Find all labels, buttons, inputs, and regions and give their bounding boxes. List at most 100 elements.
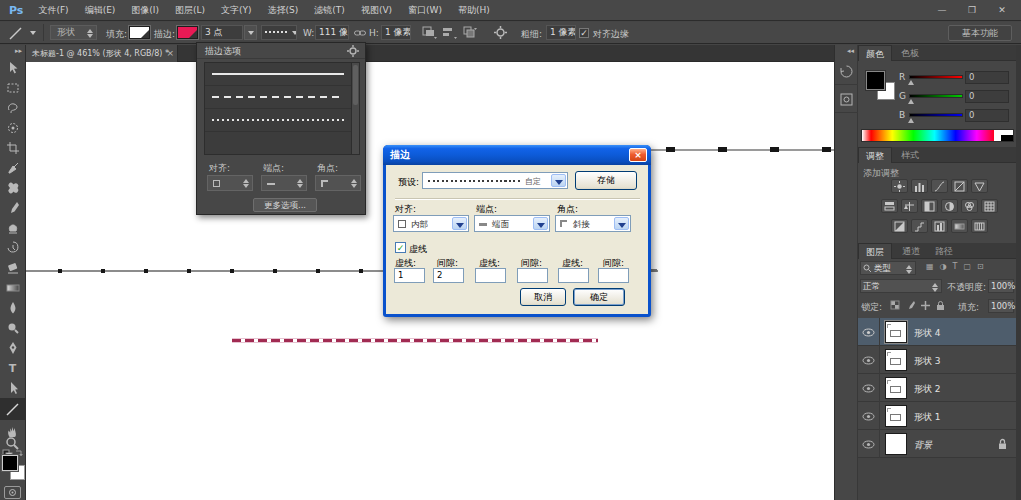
stroke-width-value[interactable]: 3 点 [201, 25, 243, 40]
path-selection-tool[interactable] [0, 378, 25, 398]
stroke-type-select[interactable] [261, 25, 297, 40]
cancel-button[interactable]: 取消 [520, 288, 566, 306]
photo-filter-icon[interactable] [941, 199, 958, 213]
r-slider[interactable] [909, 75, 963, 79]
default-colors-icon[interactable] [2, 444, 24, 454]
restore-button[interactable]: ❐ [957, 5, 987, 15]
menu-filter[interactable]: 滤镜(T) [314, 4, 345, 17]
layer-thumbnail[interactable] [885, 405, 907, 427]
threshold-icon[interactable] [931, 219, 948, 233]
exposure-icon[interactable] [951, 179, 968, 193]
layer-row-background[interactable]: 背景 [858, 430, 1016, 458]
dash2-input[interactable] [475, 268, 506, 283]
g-value[interactable]: 0 [965, 90, 1009, 103]
w-input[interactable]: 111 像素 [315, 25, 349, 40]
channel-mixer-icon[interactable] [961, 199, 978, 213]
document-tab[interactable]: 未标题-1 @ 461% (形状 4, RGB/8) * × [26, 45, 178, 62]
close-button[interactable]: ✕ [987, 5, 1017, 15]
layer-name[interactable]: 形状 2 [914, 383, 941, 396]
quick-selection-tool[interactable] [0, 118, 25, 138]
tab-adjustments[interactable]: 调整 [858, 147, 892, 163]
dash3-input[interactable] [558, 268, 589, 283]
fill-swatch[interactable] [129, 26, 150, 39]
gradient-map-icon[interactable] [951, 219, 968, 233]
vibrance-icon[interactable] [971, 179, 988, 193]
visibility-toggle[interactable] [858, 318, 880, 346]
path-operations-icon[interactable] [422, 26, 438, 41]
gear-icon[interactable] [494, 26, 507, 41]
layer-row-shape2[interactable]: 形状 2 [858, 374, 1016, 402]
crop-tool[interactable] [0, 138, 25, 158]
b-value[interactable]: 0 [965, 109, 1009, 122]
lock-pixels-icon[interactable] [905, 300, 916, 313]
foreground-color-swatch[interactable] [866, 71, 885, 90]
g-slider[interactable] [909, 94, 963, 98]
gap1-input[interactable]: 2 [433, 268, 464, 283]
clone-stamp-tool[interactable] [0, 218, 25, 238]
dlg-caps-select[interactable]: 端面 [474, 215, 550, 232]
tab-color[interactable]: 颜色 [858, 45, 892, 61]
save-button[interactable]: 存储 [575, 171, 637, 190]
collapse-tools-icon[interactable]: ▸▸ [0, 45, 25, 57]
visibility-toggle[interactable] [858, 430, 880, 458]
path-alignment-icon[interactable] [442, 26, 458, 41]
tab-close-icon[interactable]: × [166, 45, 174, 62]
history-brush-tool[interactable] [0, 238, 25, 258]
selective-color-icon[interactable] [971, 219, 988, 233]
dialog-title-bar[interactable]: 描边 [383, 145, 651, 165]
caps-select[interactable] [261, 175, 307, 191]
weight-input[interactable]: 1 像素 [546, 25, 576, 40]
layer-name[interactable]: 形状 1 [914, 411, 941, 424]
preset-select[interactable]: 自定 [422, 172, 568, 189]
dlg-align-select[interactable]: 内部 [393, 215, 469, 232]
ok-button[interactable]: 确定 [573, 288, 625, 306]
marquee-tool[interactable] [0, 78, 25, 98]
layer-thumbnail[interactable] [885, 349, 907, 371]
menu-window[interactable]: 窗口(W) [408, 4, 442, 17]
b-slider-thumb[interactable] [908, 118, 914, 123]
line-tool[interactable] [0, 398, 25, 420]
layer-filter-type-icons[interactable]: ▦◑T▢⊡ [926, 262, 990, 271]
opacity-value[interactable]: 100% [988, 279, 1014, 293]
move-tool[interactable] [0, 58, 25, 78]
layer-filter-select[interactable]: 类型 [860, 261, 916, 275]
h-input[interactable]: 1 像素 [381, 25, 411, 40]
properties-panel-icon[interactable] [835, 86, 858, 113]
menu-layer[interactable]: 图层(L) [175, 4, 205, 17]
tab-swatches[interactable]: 色板 [894, 45, 926, 61]
stroke-style-dotted[interactable] [205, 109, 351, 132]
tab-paths[interactable]: 路径 [928, 243, 960, 259]
color-balance-icon[interactable] [901, 199, 918, 213]
menu-view[interactable]: 视图(V) [361, 4, 392, 17]
fill-value[interactable]: 100% [988, 299, 1014, 313]
path-arrangement-icon[interactable] [462, 26, 478, 41]
stroke-swatch[interactable] [177, 26, 198, 39]
lasso-tool[interactable] [0, 98, 25, 118]
expand-panels-icon[interactable]: ◂◂ [847, 47, 854, 55]
menu-select[interactable]: 选择(S) [268, 4, 299, 17]
menu-image[interactable]: 图像(I) [131, 4, 159, 17]
type-tool[interactable]: T [0, 358, 25, 378]
tab-layers[interactable]: 图层 [858, 243, 892, 259]
scrollbar[interactable] [351, 63, 359, 154]
hue-saturation-icon[interactable] [881, 199, 898, 213]
lock-transparency-icon[interactable] [890, 300, 901, 313]
dodge-tool[interactable] [0, 318, 25, 338]
stroke-width-arrow[interactable] [244, 25, 257, 40]
tab-styles[interactable]: 样式 [894, 147, 926, 163]
blur-tool[interactable] [0, 298, 25, 318]
invert-icon[interactable] [891, 219, 908, 233]
brush-tool[interactable] [0, 198, 25, 218]
posterize-icon[interactable] [911, 219, 928, 233]
tab-channels[interactable]: 通道 [895, 243, 927, 259]
corners-select[interactable] [315, 175, 361, 191]
layer-row-shape1[interactable]: 形状 1 [858, 402, 1016, 430]
dash1-input[interactable]: 1 [394, 268, 425, 283]
r-value[interactable]: 0 [965, 71, 1009, 84]
layer-row-shape4[interactable]: 形状 4 [858, 318, 1016, 346]
blend-mode-select[interactable]: 正常 [860, 279, 942, 293]
visibility-toggle[interactable] [858, 346, 880, 374]
color-lookup-icon[interactable] [981, 199, 998, 213]
quick-mask-button[interactable] [4, 486, 21, 499]
layer-row-shape3[interactable]: 形状 3 [858, 346, 1016, 374]
